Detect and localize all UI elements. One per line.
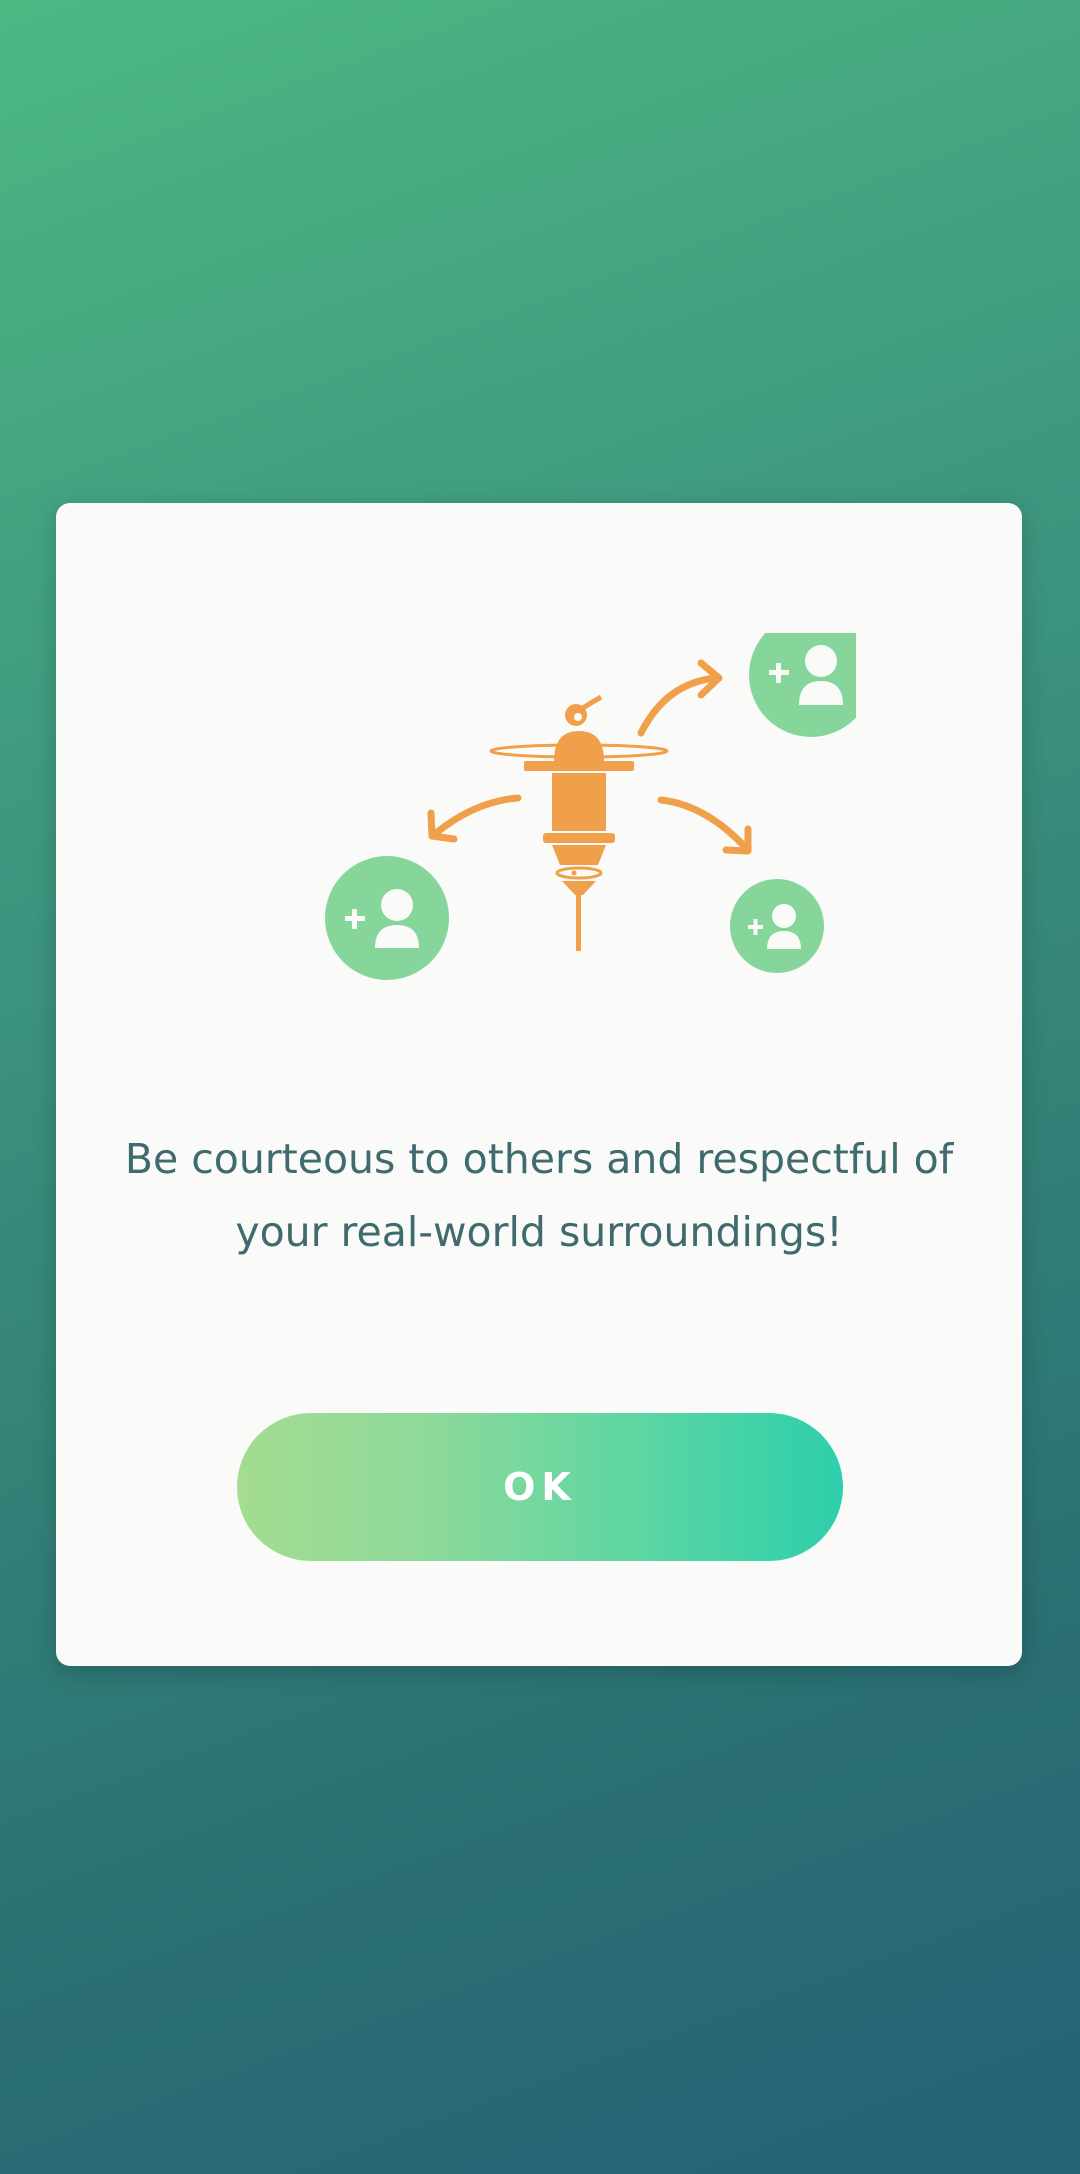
courtesy-dialog: Be courteous to others and respectful of… [56, 503, 1022, 1666]
courtesy-message: Be courteous to others and respectful of… [124, 1135, 954, 1256]
add-friend-icon [730, 879, 824, 973]
add-friend-icon [749, 633, 856, 737]
ok-button[interactable]: OK [237, 1413, 843, 1561]
add-friend-icon [325, 856, 449, 980]
courtesy-illustration [325, 633, 856, 980]
